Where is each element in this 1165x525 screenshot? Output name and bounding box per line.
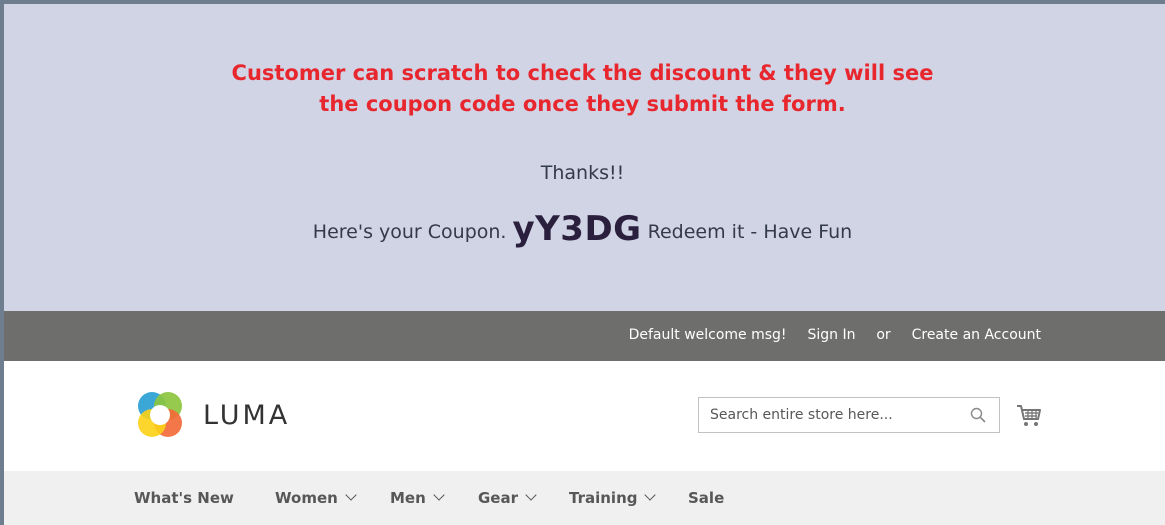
search-icon[interactable] <box>970 407 986 423</box>
nav-item-label: Men <box>390 489 426 507</box>
nav-item-men[interactable]: Men <box>390 489 445 507</box>
store-logo[interactable]: LUMA <box>134 389 290 441</box>
nav-item-training[interactable]: Training <box>569 489 657 507</box>
promo-headline-line-1: Customer can scratch to check the discou… <box>231 61 934 85</box>
nav-item-label: Gear <box>478 489 519 507</box>
search-box <box>698 397 1000 433</box>
site-header: LUMA <box>0 361 1165 471</box>
coupon-suffix: Redeem it - Have Fun <box>647 221 853 243</box>
nav-item-label: Women <box>275 489 338 507</box>
nav-item-women[interactable]: Women <box>275 489 357 507</box>
nav-item-label: What's New <box>134 489 234 507</box>
chevron-down-icon <box>644 489 657 501</box>
nav-item-sale[interactable]: Sale <box>688 489 724 507</box>
nav-item-whats-new[interactable]: What's New <box>134 489 234 507</box>
sign-in-link[interactable]: Sign In <box>807 327 855 343</box>
logo-text: LUMA <box>203 399 291 431</box>
header-links: Default welcome msg! Sign In or Create a… <box>629 327 1041 343</box>
welcome-message: Default welcome msg! <box>628 327 787 343</box>
nav-item-label: Training <box>569 489 638 507</box>
nav-item-label: Sale <box>688 489 725 507</box>
coupon-message: Here's your Coupon. yY3DG Redeem it - Ha… <box>0 205 1165 256</box>
or-separator: or <box>876 327 891 343</box>
main-navigation: What's New Women Men Gear Training Sale <box>0 471 1165 525</box>
nav-item-gear[interactable]: Gear <box>478 489 537 507</box>
chevron-down-icon <box>525 489 537 501</box>
chevron-down-icon <box>433 489 445 501</box>
thanks-message: Thanks!! <box>540 162 625 184</box>
cart-icon[interactable] <box>1016 403 1042 429</box>
coupon-code: yY3DG <box>512 209 642 249</box>
promo-panel: Customer can scratch to check the discou… <box>0 0 1165 311</box>
create-account-link[interactable]: Create an Account <box>912 327 1041 343</box>
search-input[interactable] <box>699 398 970 432</box>
luma-logo-icon <box>138 392 182 437</box>
promo-headline: Customer can scratch to check the discou… <box>133 58 1033 120</box>
promo-headline-line-2: the coupon code once they submit the for… <box>319 92 846 116</box>
chevron-down-icon <box>345 489 357 501</box>
coupon-prefix: Here's your Coupon. <box>312 221 507 243</box>
header-top-bar: Default welcome msg! Sign In or Create a… <box>0 311 1165 361</box>
